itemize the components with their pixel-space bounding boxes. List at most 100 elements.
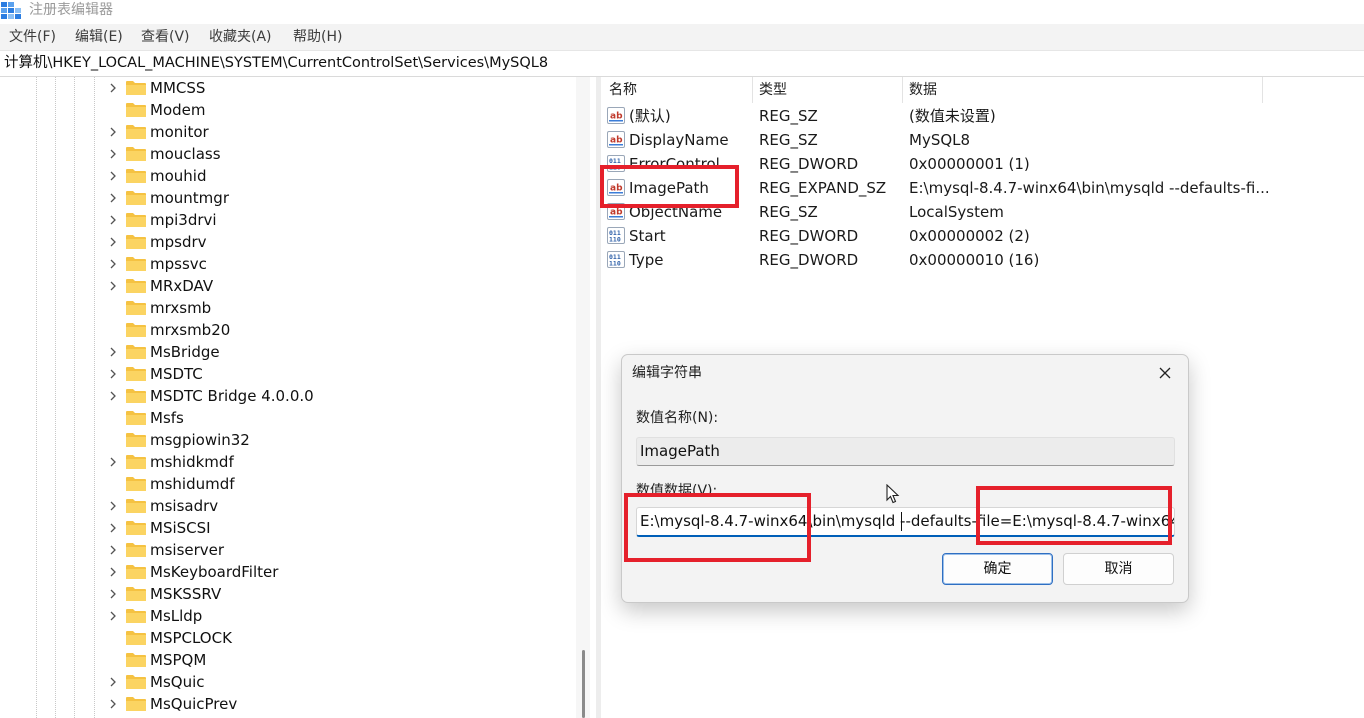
value-data-input[interactable]: E:\mysql-8.4.7-winx64\bin\mysqld --defau… [636,507,1175,537]
chevron-right-icon[interactable] [106,389,120,403]
tree-item[interactable]: msisadrv [106,495,546,517]
tree-item[interactable]: msiserver [106,539,546,561]
tree-item-label: MSPQM [150,651,207,669]
value-name: ErrorControl [629,155,720,173]
tree-item[interactable]: mountmgr [106,187,546,209]
tree-item[interactable]: MsQuic [106,671,546,693]
tree-item[interactable]: MSDTC Bridge 4.0.0.0 [106,385,546,407]
svg-text:110: 110 [609,164,621,172]
close-icon[interactable] [1152,361,1178,385]
value-row[interactable]: 011 110 Start REG_DWORD 0x00000002 (2) [602,224,1362,248]
menu-help[interactable]: 帮助(H) [293,28,342,46]
chevron-right-icon[interactable] [106,675,120,689]
tree-guide-line [74,77,75,718]
tree-item[interactable]: mrxsmb20 [106,319,546,341]
menu-view[interactable]: 查看(V) [141,28,190,46]
tree-item[interactable]: MSPCLOCK [106,627,546,649]
chevron-right-icon[interactable] [106,499,120,513]
chevron-right-icon[interactable] [106,257,120,271]
chevron-right-icon[interactable] [106,543,120,557]
chevron-right-icon[interactable] [106,455,120,469]
tree-item-label: MsLldp [150,607,203,625]
tree-item-label: mouclass [150,145,221,163]
column-separator[interactable] [902,77,903,103]
chevron-right-icon[interactable] [106,609,120,623]
tree-item[interactable]: MsLldp [106,605,546,627]
tree-item[interactable]: msgpiowin32 [106,429,546,451]
folder-icon [126,477,146,491]
folder-icon [126,147,146,161]
folder-icon [126,609,146,623]
chevron-right-icon[interactable] [106,367,120,381]
folder-icon [126,653,146,667]
key-tree[interactable]: MMCSS Modem monitor mouclass mouhid mountmgr m… [0,77,592,718]
tree-item[interactable]: MSPQM [106,649,546,671]
tree-scrollbar-thumb[interactable] [582,650,585,718]
column-separator[interactable] [752,77,753,103]
svg-text:110: 110 [609,236,621,244]
tree-item[interactable]: mpi3drvi [106,209,546,231]
value-name-field[interactable]: ImagePath [636,437,1175,466]
chevron-right-icon[interactable] [106,345,120,359]
tree-item[interactable]: MsBridge [106,341,546,363]
chevron-right-icon[interactable] [106,279,120,293]
value-row[interactable]: ab (默认) REG_SZ (数值未设置) [602,104,1362,128]
tree-item[interactable]: MsKeyboardFilter [106,561,546,583]
tree-scrollbar[interactable] [576,77,590,718]
column-header-name[interactable]: 名称 [609,77,637,103]
tree-item[interactable]: mshidkmdf [106,451,546,473]
tree-item[interactable]: mshidumdf [106,473,546,495]
chevron-right-icon[interactable] [106,213,120,227]
chevron-right-icon[interactable] [106,191,120,205]
chevron-right-icon[interactable] [106,169,120,183]
folder-icon [126,697,146,711]
address-bar[interactable]: 计算机\HKEY_LOCAL_MACHINE\SYSTEM\CurrentCon… [0,51,1364,77]
chevron-right-icon[interactable] [106,81,120,95]
menu-edit[interactable]: 编辑(E) [75,28,123,46]
tree-item[interactable]: Modem [106,99,546,121]
tree-item[interactable]: monitor [106,121,546,143]
tree-item-label: msiserver [150,541,225,559]
chevron-right-icon[interactable] [106,125,120,139]
tree-item-label: msisadrv [150,497,219,515]
column-header-data[interactable]: 数据 [909,77,937,103]
tree-item-label: mshidkmdf [150,453,234,471]
tree-item-label: mountmgr [150,189,229,207]
chevron-right-icon[interactable] [106,697,120,711]
tree-item[interactable]: mpsdrv [106,231,546,253]
value-row[interactable]: ab ImagePath REG_EXPAND_SZ E:\mysql-8.4.7-w… [602,176,1362,200]
menu-favorites[interactable]: 收藏夹(A) [209,28,272,46]
chevron-right-icon[interactable] [106,147,120,161]
value-row[interactable]: ab DisplayName REG_SZ MySQL8 [602,128,1362,152]
tree-item[interactable]: MSiSCSI [106,517,546,539]
chevron-right-icon[interactable] [106,587,120,601]
chevron-right-icon[interactable] [106,565,120,579]
tree-item[interactable]: MSKSSRV [106,583,546,605]
address-path[interactable]: 计算机\HKEY_LOCAL_MACHINE\SYSTEM\CurrentCon… [4,54,548,73]
chevron-right-icon[interactable] [106,521,120,535]
tree-item[interactable]: MMCSS [106,77,546,99]
menu-file[interactable]: 文件(F) [9,28,56,46]
folder-icon [126,213,146,227]
value-row[interactable]: ab ObjectName REG_SZ LocalSystem [602,200,1362,224]
value-name: ImagePath [629,179,709,197]
column-separator[interactable] [1262,77,1263,103]
tree-item[interactable]: mouclass [106,143,546,165]
title-bar: 注册表编辑器 [0,0,1364,24]
tree-item[interactable]: mpssvc [106,253,546,275]
folder-icon [126,125,146,139]
tree-item[interactable]: MSDTC [106,363,546,385]
tree-item[interactable]: MRxDAV [106,275,546,297]
value-row[interactable]: 011 110 ErrorControl REG_DWORD 0x00000001 (1… [602,152,1362,176]
value-type: REG_SZ [759,131,818,149]
tree-item[interactable]: MsQuicPrev [106,693,546,715]
column-header-type[interactable]: 类型 [759,77,787,103]
tree-item[interactable]: Msfs [106,407,546,429]
cancel-button[interactable]: 取消 [1063,553,1174,585]
ok-button[interactable]: 确定 [942,553,1053,585]
tree-item[interactable]: mrxsmb [106,297,546,319]
value-row[interactable]: 011 110 Type REG_DWORD 0x00000010 (16) [602,248,1362,272]
tree-item[interactable]: mouhid [106,165,546,187]
chevron-right-icon[interactable] [106,235,120,249]
pane-splitter[interactable] [596,77,601,718]
